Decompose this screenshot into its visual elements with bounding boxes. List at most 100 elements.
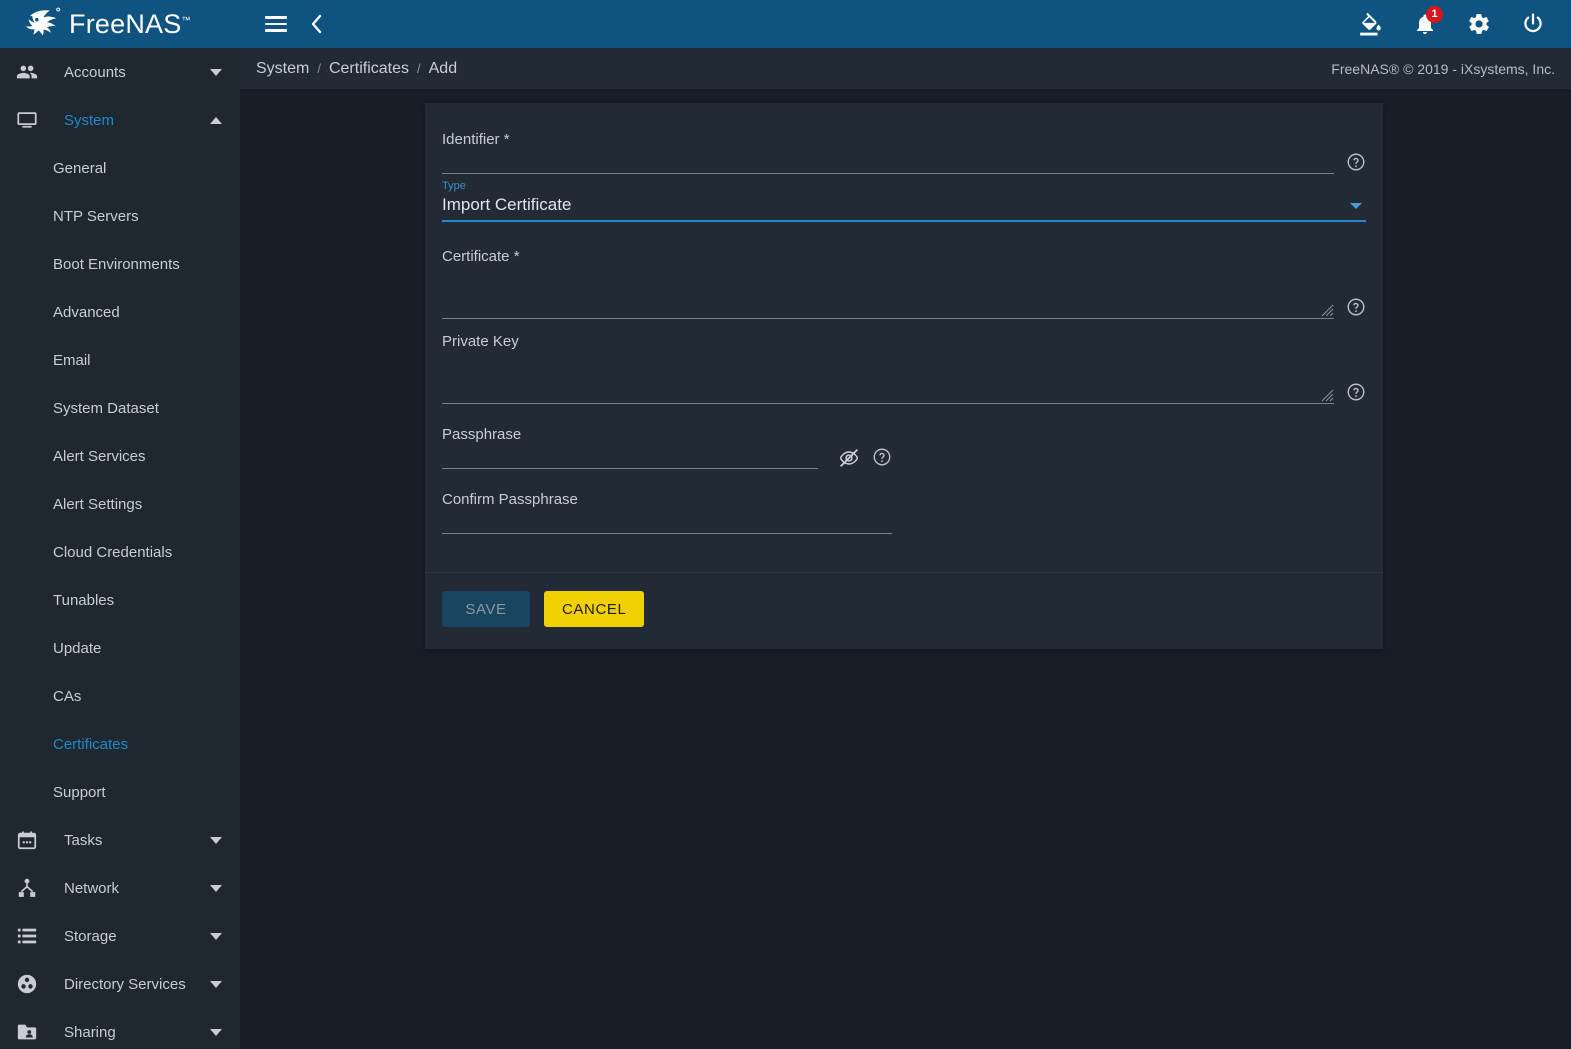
sidebar-item-label: Tasks bbox=[64, 831, 103, 849]
sidebar-item-system[interactable]: System bbox=[0, 96, 240, 144]
private-key-label: Private Key bbox=[442, 333, 519, 350]
help-circle-icon[interactable] bbox=[872, 447, 892, 467]
brand-name: FreeNAS™ bbox=[69, 8, 191, 39]
breadcrumb-item-certificates[interactable]: Certificates bbox=[329, 60, 409, 78]
sidebar-child-label: Email bbox=[53, 351, 91, 369]
confirm-passphrase-input[interactable] bbox=[442, 510, 892, 534]
sidebar-item-system-dataset[interactable]: System Dataset bbox=[0, 384, 240, 432]
sidebar-child-label: Update bbox=[53, 639, 102, 657]
chevron-down-icon bbox=[210, 932, 222, 940]
sidebar-child-label: Alert Settings bbox=[53, 495, 143, 513]
passphrase-input[interactable] bbox=[442, 445, 818, 469]
confirm-passphrase-field: Confirm Passphrase bbox=[442, 491, 892, 534]
chevron-down-icon bbox=[210, 836, 222, 844]
notifications-button[interactable]: 1 bbox=[1405, 4, 1445, 44]
system-monitor-icon bbox=[12, 108, 42, 132]
sidebar-item-label: Network bbox=[64, 879, 120, 897]
sidebar-item-ntp-servers[interactable]: NTP Servers bbox=[0, 192, 240, 240]
sidebar-item-directory-services[interactable]: Directory Services bbox=[0, 960, 240, 1008]
accounts-people-icon bbox=[12, 60, 42, 84]
sidebar-item-cloud-credentials[interactable]: Cloud Credentials bbox=[0, 528, 240, 576]
sidebar-item-network[interactable]: Network bbox=[0, 864, 240, 912]
gear-icon bbox=[1469, 14, 1489, 34]
chevron-down-icon bbox=[210, 1028, 222, 1036]
passphrase-field: Passphrase bbox=[442, 426, 1366, 469]
type-selected-value: Import Certificate bbox=[442, 195, 572, 214]
identifier-label: Identifier * bbox=[442, 131, 510, 148]
theme-picker-button[interactable] bbox=[1351, 4, 1391, 44]
sidebar-item-tunables[interactable]: Tunables bbox=[0, 576, 240, 624]
add-certificate-form-card: Identifier * Type Import Certificate Cer… bbox=[425, 103, 1383, 649]
sidebar-item-alert-services[interactable]: Alert Services bbox=[0, 432, 240, 480]
breadcrumb-separator: / bbox=[317, 61, 321, 76]
sidebar-item-cas[interactable]: CAs bbox=[0, 672, 240, 720]
identifier-input[interactable] bbox=[442, 150, 1334, 174]
sidebar-item-advanced[interactable]: Advanced bbox=[0, 288, 240, 336]
directory-services-icon bbox=[12, 972, 42, 996]
sidebar-child-label: Tunables bbox=[53, 591, 115, 609]
private-key-textarea[interactable] bbox=[442, 352, 1334, 403]
sidebar-item-label: System bbox=[64, 111, 115, 129]
collapse-sidebar-button[interactable] bbox=[296, 4, 336, 44]
sidebar-child-label: Alert Services bbox=[53, 447, 146, 465]
power-icon bbox=[1524, 13, 1542, 33]
chevron-down-icon bbox=[210, 980, 222, 988]
sidebar-child-label: Cloud Credentials bbox=[53, 543, 173, 561]
sidebar-child-label: System Dataset bbox=[53, 399, 159, 417]
sidebar-item-sharing[interactable]: Sharing bbox=[0, 1008, 240, 1049]
sidebar-item-email[interactable]: Email bbox=[0, 336, 240, 384]
brand-logo[interactable]: FreeNAS™ bbox=[0, 0, 240, 48]
sidebar-item-update[interactable]: Update bbox=[0, 624, 240, 672]
sidebar-item-support[interactable]: Support bbox=[0, 768, 240, 816]
storage-list-icon bbox=[12, 924, 42, 948]
paint-bucket-icon bbox=[1360, 12, 1381, 36]
type-select[interactable]: Type Import Certificate bbox=[442, 180, 1366, 222]
help-circle-icon[interactable] bbox=[1346, 152, 1366, 172]
main-sidebar: Accounts System General NTP Servers Boot… bbox=[0, 48, 240, 1049]
sidebar-item-storage[interactable]: Storage bbox=[0, 912, 240, 960]
sidebar-child-label: CAs bbox=[53, 687, 82, 705]
sidebar-item-label: Accounts bbox=[64, 63, 126, 81]
sidebar-child-label: Advanced bbox=[53, 303, 120, 321]
cancel-button[interactable]: CANCEL bbox=[544, 591, 645, 627]
sidebar-item-label: Sharing bbox=[64, 1023, 116, 1041]
breadcrumb-item-system[interactable]: System bbox=[256, 60, 309, 78]
chevron-down-icon bbox=[210, 68, 222, 76]
type-label: Type bbox=[442, 180, 466, 192]
sidebar-child-label: General bbox=[53, 159, 107, 177]
help-circle-icon[interactable] bbox=[1346, 297, 1366, 317]
sidebar-item-tasks[interactable]: Tasks bbox=[0, 816, 240, 864]
sidebar-item-general[interactable]: General bbox=[0, 144, 240, 192]
brand-trademark: ™ bbox=[181, 14, 191, 25]
help-circle-icon[interactable] bbox=[1346, 382, 1366, 402]
topbar-actions: 1 bbox=[1351, 4, 1571, 44]
settings-button[interactable] bbox=[1459, 4, 1499, 44]
calendar-icon bbox=[12, 828, 42, 852]
hamburger-menu-button[interactable] bbox=[256, 4, 296, 44]
sidebar-item-label: Directory Services bbox=[64, 975, 186, 993]
breadcrumb-item-add[interactable]: Add bbox=[429, 60, 457, 78]
sidebar-child-label: Support bbox=[53, 783, 106, 801]
form-actions: SAVE CANCEL bbox=[425, 572, 1383, 649]
sidebar-item-alert-settings[interactable]: Alert Settings bbox=[0, 480, 240, 528]
certificate-textarea[interactable] bbox=[442, 267, 1334, 318]
copyright-text: FreeNAS® © 2019 - iXsystems, Inc. bbox=[1331, 60, 1555, 77]
passphrase-label: Passphrase bbox=[442, 426, 522, 443]
identifier-field: Identifier * bbox=[442, 131, 1366, 174]
breadcrumb: System / Certificates / Add FreeNAS® © 2… bbox=[240, 48, 1571, 89]
chevron-down-icon bbox=[210, 884, 222, 892]
eye-off-icon[interactable] bbox=[838, 447, 860, 469]
breadcrumb-separator: / bbox=[417, 61, 421, 76]
save-button[interactable]: SAVE bbox=[442, 591, 530, 627]
sidebar-item-accounts[interactable]: Accounts bbox=[0, 48, 240, 96]
private-key-field: Private Key bbox=[442, 333, 1366, 404]
sidebar-child-label: Certificates bbox=[53, 735, 129, 753]
sidebar-item-boot-environments[interactable]: Boot Environments bbox=[0, 240, 240, 288]
top-app-bar: FreeNAS™ 1 bbox=[0, 0, 1571, 48]
shared-folder-icon bbox=[12, 1020, 42, 1044]
power-button[interactable] bbox=[1513, 4, 1553, 44]
sidebar-item-label: Storage bbox=[64, 927, 117, 945]
sidebar-item-certificates[interactable]: Certificates bbox=[0, 720, 240, 768]
chevron-down-icon bbox=[1350, 203, 1362, 209]
certificate-field: Certificate * bbox=[442, 248, 1366, 319]
